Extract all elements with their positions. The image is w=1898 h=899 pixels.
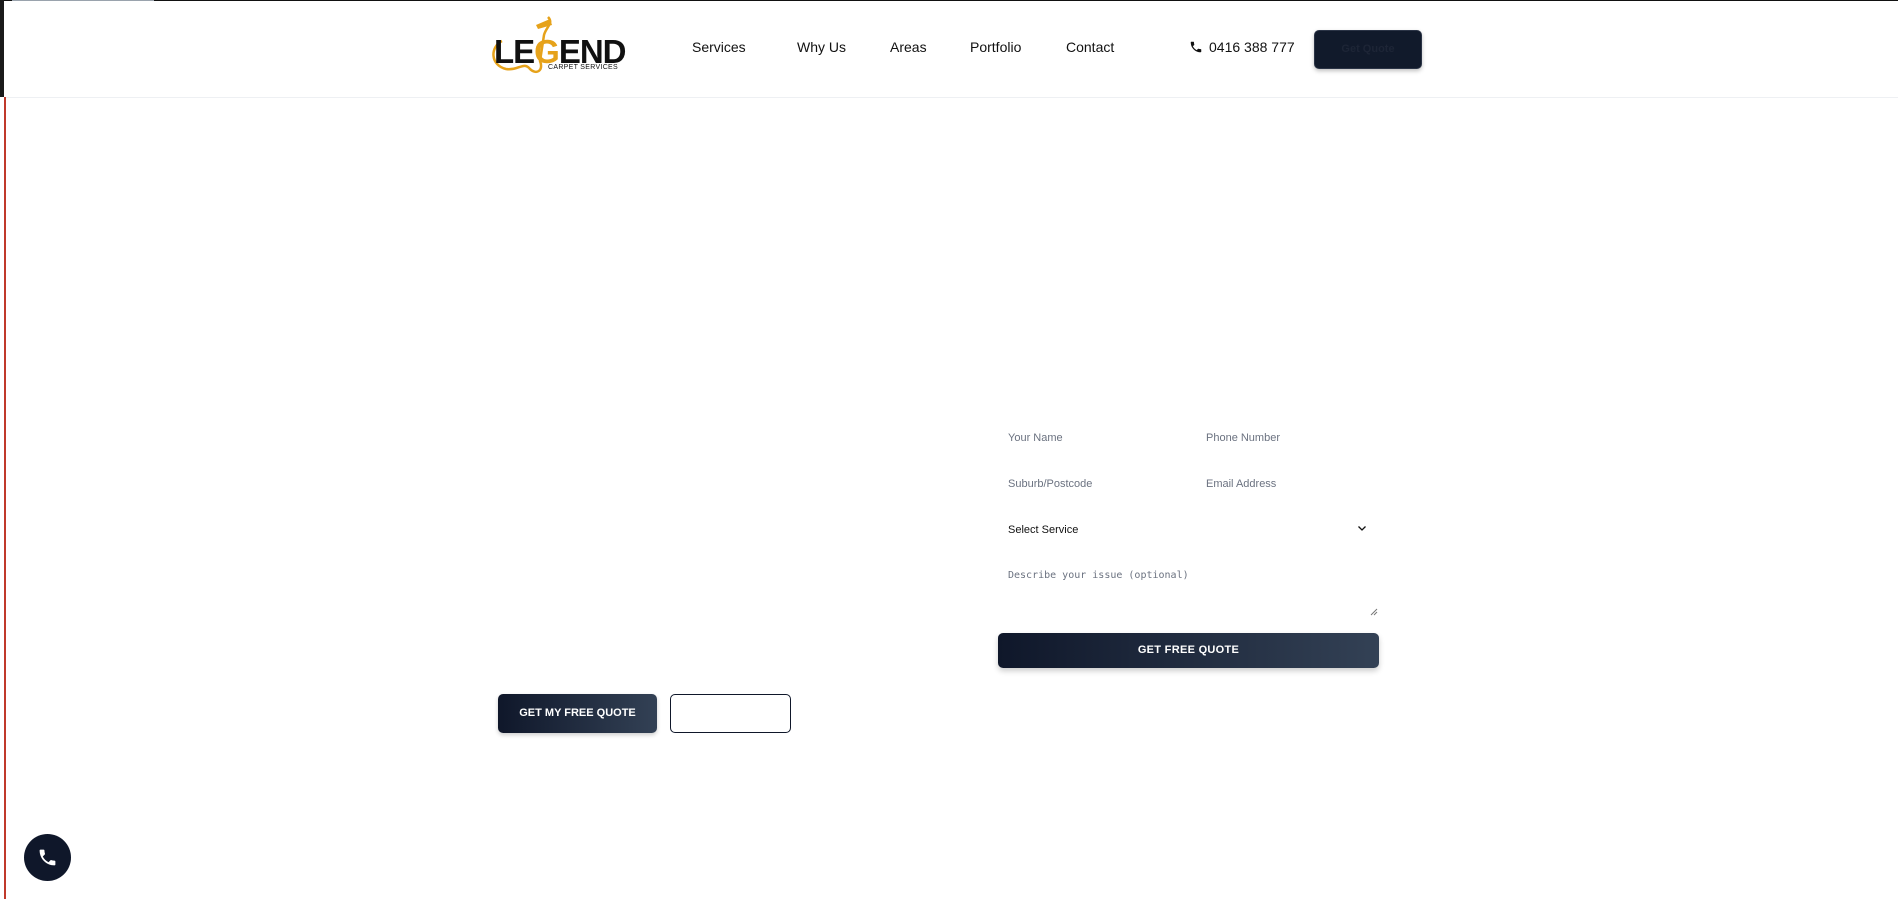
form-submit-button[interactable]: GET FREE QUOTE	[998, 633, 1379, 668]
resize-handle-icon[interactable]	[1370, 608, 1378, 616]
phone-icon	[39, 849, 56, 866]
email-field[interactable]: Email Address	[1206, 478, 1276, 490]
phone-number: 0416 388 777	[1209, 39, 1295, 55]
issue-textarea[interactable]: Describe your issue (optional)	[1008, 570, 1189, 581]
floating-call-button[interactable]	[24, 834, 71, 881]
left-edge	[0, 0, 4, 97]
phone-field[interactable]: Phone Number	[1206, 432, 1280, 444]
nav-areas[interactable]: Areas	[890, 39, 927, 55]
nav-contact[interactable]: Contact	[1066, 39, 1114, 55]
phone-icon	[1190, 41, 1202, 53]
name-field[interactable]: Your Name	[1008, 432, 1063, 444]
left-accent-line	[4, 97, 6, 899]
header-quote-button[interactable]: Get Quote	[1314, 30, 1422, 69]
nav-why-us[interactable]: Why Us	[797, 39, 846, 55]
service-select[interactable]: Select Service	[1008, 524, 1368, 540]
chevron-down-icon	[1358, 526, 1366, 531]
service-select-value: Select Service	[1008, 524, 1079, 536]
site-header: LEGEND CARPET SERVICES Services Why Us A…	[6, 1, 1898, 98]
nav-services[interactable]: Services	[692, 39, 746, 55]
logo-subtitle: CARPET SERVICES	[548, 64, 618, 71]
site-logo[interactable]: LEGEND CARPET SERVICES	[488, 13, 628, 77]
nav-portfolio[interactable]: Portfolio	[970, 39, 1021, 55]
hero-secondary-button[interactable]	[670, 694, 791, 733]
hero-primary-button[interactable]: GET MY FREE QUOTE	[498, 694, 657, 733]
suburb-field[interactable]: Suburb/Postcode	[1008, 478, 1092, 490]
